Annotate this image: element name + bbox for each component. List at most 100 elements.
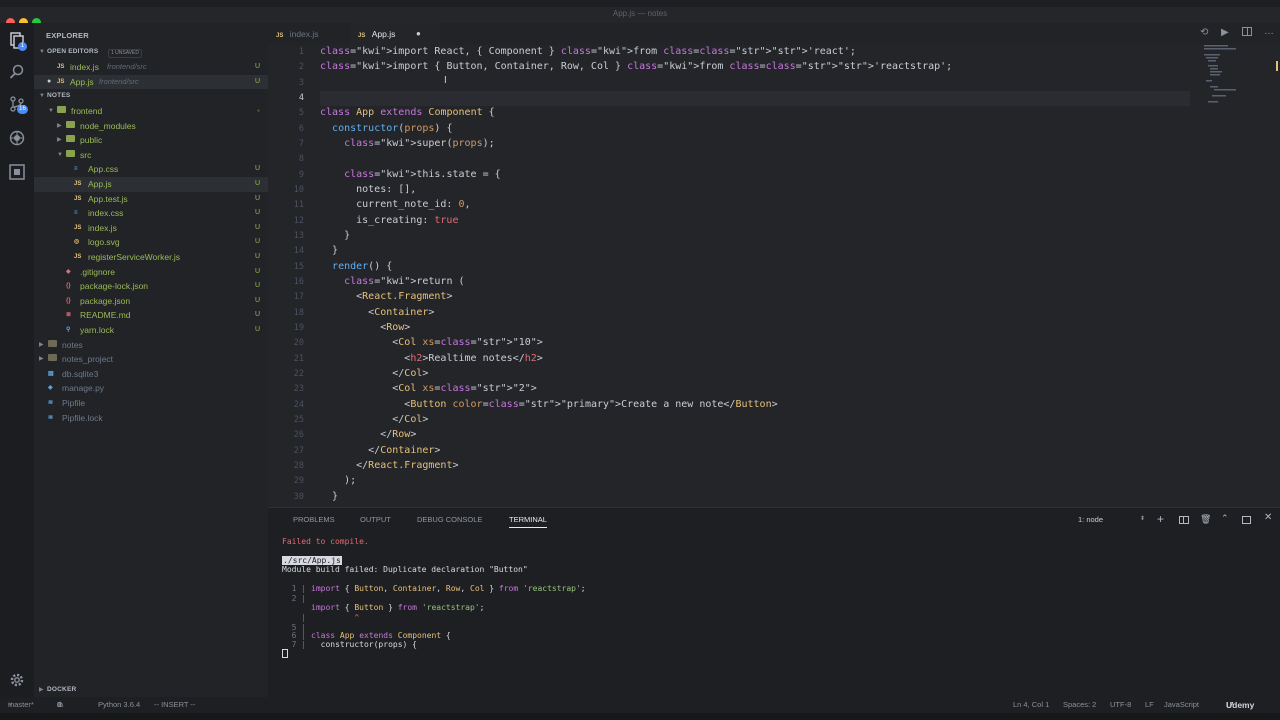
pipfile-icon: ≋ xyxy=(48,400,54,406)
indentation[interactable]: Spaces: 2 xyxy=(1063,697,1096,713)
file-item[interactable]: JS App.test.js U xyxy=(34,192,268,207)
line-number: 2 xyxy=(298,62,304,73)
new-terminal-icon[interactable]: + xyxy=(1157,512,1164,526)
yarn-file-icon: ⚲ xyxy=(66,327,71,333)
folder-item[interactable]: ▶ public xyxy=(34,133,268,148)
terminal-code-line: import { Button, Container, Row, Col } f… xyxy=(311,584,586,593)
source-control-icon[interactable]: 16 xyxy=(8,95,28,114)
git-status-marker: U xyxy=(254,180,260,187)
code-line: current_note_id: 0, xyxy=(320,199,471,211)
cursor-position[interactable]: Ln 4, Col 1 xyxy=(1013,697,1049,713)
file-item[interactable]: {} package.json U xyxy=(34,294,268,309)
file-item[interactable]: ≡ App.css U xyxy=(34,162,268,177)
more-actions-icon[interactable]: … xyxy=(1264,26,1274,37)
chevron-down-icon: ▼ xyxy=(57,151,63,158)
file-item[interactable]: ≋ Pipfile.lock xyxy=(34,411,268,426)
tree-item-name: Pipfile xyxy=(62,398,86,408)
file-item[interactable]: ⚲ yarn.lock U xyxy=(34,323,268,338)
code-editor[interactable]: 1 2 3 4 5 6 7 8 9 10 11 12 13 14 15 16 17 18 19 20 21 22 23 24 2… xyxy=(268,45,1280,507)
search-icon[interactable] xyxy=(8,63,26,81)
unsaved-dot-icon[interactable]: ● xyxy=(416,23,421,45)
file-item[interactable]: {} package-lock.json U xyxy=(34,279,268,294)
open-editors-section[interactable]: ▼ OPEN EDITORS 1 UNSAVED xyxy=(34,45,268,60)
tree-item-name: package-lock.json xyxy=(80,281,149,292)
settings-gear-icon[interactable] xyxy=(8,671,26,689)
line-number: 29 xyxy=(293,476,304,487)
tab-problems[interactable]: PROBLEMS xyxy=(293,515,335,524)
folder-item[interactable]: ▼ src xyxy=(34,148,268,163)
file-item[interactable]: JS App.js U xyxy=(34,177,268,192)
tree-item-name: public xyxy=(80,135,103,146)
file-item[interactable]: JS registerServiceWorker.js U xyxy=(34,250,268,265)
debug-icon[interactable] xyxy=(8,129,26,147)
folder-item[interactable]: ▶ notes_project xyxy=(34,352,268,367)
explorer-icon[interactable]: 1 xyxy=(8,31,27,51)
project-label: NOTES xyxy=(47,92,71,99)
file-item[interactable]: JS index.js U xyxy=(34,221,268,236)
open-editor-item[interactable]: JS index.js frontend/src U xyxy=(34,60,268,75)
code-line: <Col xs=class="str">"10"> xyxy=(320,337,543,349)
maximize-panel-icon[interactable] xyxy=(1242,516,1251,524)
tab-index-js[interactable]: JS index.js xyxy=(276,23,350,45)
file-item[interactable]: ▤ db.sqlite3 xyxy=(34,367,268,382)
code-line: </Col> xyxy=(320,367,429,379)
terminal-select[interactable]: 1: node ⬍ xyxy=(1078,513,1145,526)
code-line: render() { xyxy=(332,260,393,272)
open-editor-item[interactable]: ● JS App.js frontend/src U xyxy=(34,74,268,89)
folder-icon xyxy=(57,105,66,120)
line-number: 19 xyxy=(293,322,304,333)
tree-item-name: App.test.js xyxy=(88,193,128,204)
code-line: is_creating: true xyxy=(320,214,459,226)
svg-file-icon: ◎ xyxy=(74,239,80,246)
file-item[interactable]: ◎ logo.svg U xyxy=(34,235,268,250)
minimap-preview xyxy=(1204,45,1278,103)
vim-mode: -- INSERT -- xyxy=(154,700,196,709)
tree-item-name: yarn.lock xyxy=(80,325,115,335)
encoding[interactable]: UTF-8 xyxy=(1110,697,1131,713)
chevron-up-icon[interactable]: ⌃ xyxy=(1221,513,1229,524)
tab-terminal[interactable]: TERMINAL xyxy=(509,515,547,528)
explorer-header: EXPLORER xyxy=(46,31,89,40)
bottom-panel: PROBLEMS OUTPUT DEBUG CONSOLE TERMINAL 1… xyxy=(268,507,1280,697)
folder-item[interactable]: ▶ notes xyxy=(34,338,268,353)
line-number: 10 xyxy=(293,184,304,195)
file-item[interactable]: ≣ README.md U xyxy=(34,308,268,323)
notes-project-section[interactable]: ▼ NOTES xyxy=(34,89,268,104)
git-status-marker: U xyxy=(254,282,260,290)
extensions-icon[interactable] xyxy=(8,163,26,181)
run-icon[interactable]: ▶ xyxy=(1221,27,1229,38)
line-number: 23 xyxy=(293,384,304,395)
file-item[interactable]: ◈ manage.py xyxy=(34,381,268,396)
folder-item[interactable]: ▶ node_modules xyxy=(34,119,268,134)
split-terminal-icon[interactable] xyxy=(1179,516,1189,524)
tree-item-name: index.css xyxy=(88,208,124,219)
git-status-marker: U xyxy=(254,267,260,275)
file-item[interactable]: ≡ index.css U xyxy=(34,206,268,221)
python-interpreter[interactable]: Python 3.6.4 xyxy=(98,697,140,713)
code-line: <Row> xyxy=(320,321,411,333)
minimap[interactable] xyxy=(1192,45,1280,105)
explorer-badge: 1 xyxy=(18,42,27,51)
tab-app-js[interactable]: JS App.js ● xyxy=(350,23,440,45)
tab-debug-console[interactable]: DEBUG CONSOLE xyxy=(417,515,482,524)
docker-section[interactable]: ▶ DOCKER xyxy=(34,683,268,698)
terminal-message: Module build failed: Duplicate declarati… xyxy=(282,565,528,574)
line-number: 21 xyxy=(293,353,304,364)
chevron-down-icon: ▼ xyxy=(48,108,54,114)
language-mode[interactable]: JavaScript xyxy=(1164,697,1199,713)
folder-item[interactable]: ▼ frontend ● xyxy=(34,104,268,119)
open-changes-icon[interactable]: ⟲ xyxy=(1200,27,1208,38)
terminal-cursor[interactable] xyxy=(282,649,288,658)
tab-output[interactable]: OUTPUT xyxy=(360,515,391,524)
code-line: class="kwi">this.state = { xyxy=(344,168,501,180)
file-item[interactable]: ≋ Pipfile xyxy=(34,396,268,411)
end-of-line[interactable]: LF xyxy=(1145,697,1154,713)
js-file-icon: JS xyxy=(276,33,284,39)
line-number: 4 xyxy=(298,92,304,103)
file-item[interactable]: ◆ .gitignore U xyxy=(34,265,268,280)
split-editor-icon[interactable] xyxy=(1242,27,1252,36)
code-line: </Row> xyxy=(320,429,417,441)
line-number: 24 xyxy=(293,399,304,410)
trash-icon[interactable]: 🗑 xyxy=(1200,514,1211,525)
close-panel-icon[interactable]: ✕ xyxy=(1264,512,1272,523)
